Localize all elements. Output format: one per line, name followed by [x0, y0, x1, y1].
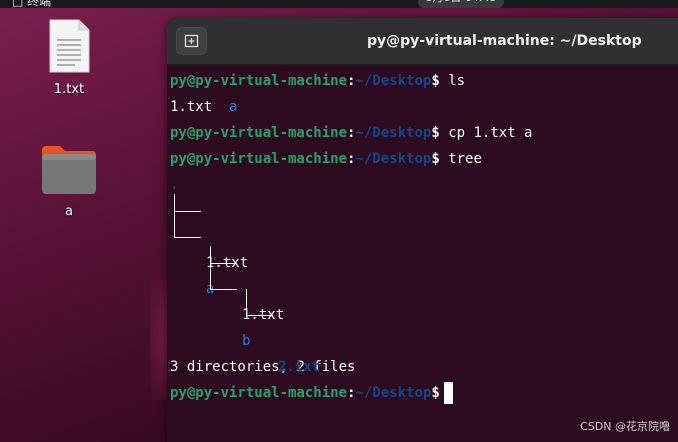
text-cursor [443, 382, 453, 404]
prompt-line: py@py-virtual-machine:~/Desktop$ ls [170, 68, 678, 94]
command: cp 1.txt a [448, 125, 533, 141]
tree-entry-label: 2.txt [278, 359, 321, 375]
tree-entry-label: b [242, 333, 251, 349]
desktop-icon-label: a [65, 204, 73, 219]
new-tab-icon [184, 34, 199, 48]
prompt-line: py@py-virtual-machine:~/Desktop$ tree [170, 146, 678, 172]
top-panel: □ 终端 8月6日 04:45 [0, 0, 678, 8]
tree-root-label: . [170, 177, 179, 193]
ls-file: 1.txt [170, 99, 213, 115]
tree-entry: a [170, 211, 678, 297]
folder-icon [40, 144, 98, 196]
command: ls [448, 73, 466, 89]
terminal-window[interactable]: py@py-virtual-machine: ~/Desktop py@py-v… [167, 18, 678, 442]
text-file-icon [47, 18, 91, 74]
prompt-user: py@py-virtual-machine [170, 73, 348, 89]
prompt-sigil: $ [431, 385, 440, 401]
tree-connector [210, 263, 237, 290]
prompt-user: py@py-virtual-machine [170, 125, 348, 141]
desktop-icon-label: 1.txt [53, 82, 85, 97]
tree-entry: 1.txt [170, 194, 678, 271]
terminal-output[interactable]: py@py-virtual-machine:~/Desktop$ ls 1.tx… [170, 68, 678, 406]
terminal-titlebar[interactable]: py@py-virtual-machine: ~/Desktop [167, 18, 678, 65]
prompt-line[interactable]: py@py-virtual-machine:~/Desktop$ [170, 380, 678, 406]
watermark: CSDN @花京院噜 [580, 420, 670, 433]
prompt-path: ~/Desktop [355, 385, 432, 401]
tree-connector [246, 289, 273, 316]
tree-connector [174, 211, 201, 238]
prompt-user: py@py-virtual-machine [170, 151, 348, 167]
prompt-path: ~/Desktop [355, 73, 432, 89]
prompt-sigil: $ [431, 125, 440, 141]
clock[interactable]: 8月6日 04:45 [418, 0, 504, 8]
tree-connector [174, 194, 201, 212]
prompt-path: ~/Desktop [355, 151, 432, 167]
tree-entry: 2.txt [170, 289, 678, 375]
ls-output: 1.txt a [170, 94, 678, 120]
prompt-sigil: $ [431, 73, 440, 89]
desktop-icon-file[interactable]: 1.txt [29, 18, 109, 97]
window-title: py@py-virtual-machine: ~/Desktop [367, 33, 642, 49]
activities-label[interactable]: □ 终端 [12, 0, 51, 8]
tree-root: . [170, 172, 678, 198]
desktop-icon-folder[interactable]: a [29, 144, 109, 219]
command: tree [448, 151, 482, 167]
ls-dir: a [229, 99, 238, 115]
prompt-sigil: $ [431, 151, 440, 167]
prompt-line: py@py-virtual-machine:~/Desktop$ cp 1.tx… [170, 120, 678, 146]
tree-entry: 1.txt [170, 246, 678, 323]
new-tab-button[interactable] [176, 27, 207, 55]
tree-summary: 3 directories, 2 files [170, 359, 356, 375]
prompt-path: ~/Desktop [355, 125, 432, 141]
tree-connector [210, 246, 237, 264]
